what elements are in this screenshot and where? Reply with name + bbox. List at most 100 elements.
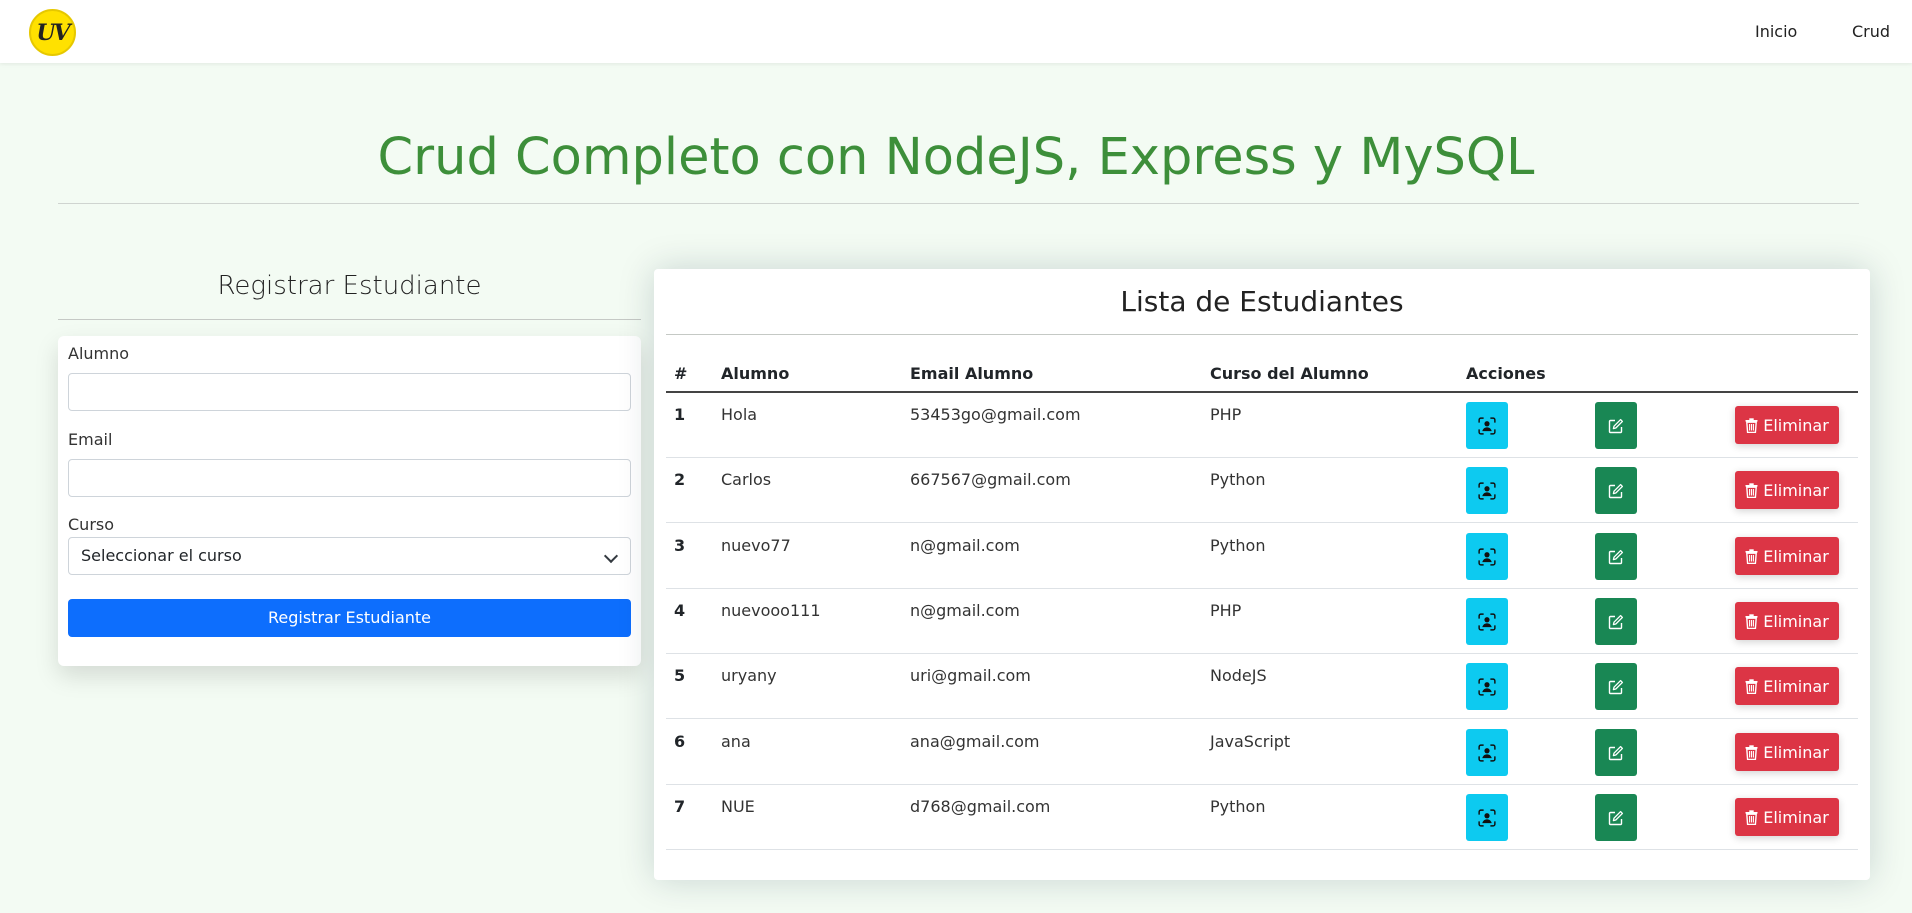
row-curso: Python [1210, 797, 1266, 816]
table-row: 6 ana ana@gmail.com JavaScript Eliminar [666, 720, 1858, 785]
row-alumno: nuevo77 [721, 536, 791, 555]
row-alumno: NUE [721, 797, 755, 816]
row-alumno: ana [721, 732, 751, 751]
row-email: 667567@gmail.com [910, 470, 1071, 489]
edit-student-button[interactable] [1595, 467, 1637, 514]
row-curso: Python [1210, 470, 1266, 489]
trash-icon [1745, 744, 1758, 760]
row-curso: NodeJS [1210, 666, 1267, 685]
view-student-button[interactable] [1466, 467, 1508, 514]
row-number: 1 [674, 405, 686, 424]
row-alumno: Carlos [721, 470, 772, 489]
table-row: 1 Hola 53453go@gmail.com PHP Eliminar [666, 393, 1858, 458]
edit-student-button[interactable] [1595, 794, 1637, 841]
row-curso: JavaScript [1210, 732, 1291, 751]
column-header-curso: Curso del Alumno [1210, 364, 1369, 383]
edit-student-button[interactable] [1595, 663, 1637, 710]
delete-student-button[interactable]: Eliminar [1735, 798, 1839, 836]
nav-link-inicio[interactable]: Inicio [1755, 22, 1797, 41]
edit-square-icon [1608, 549, 1624, 565]
person-bounding-box-icon [1478, 481, 1496, 500]
delete-label: Eliminar [1763, 480, 1829, 500]
row-alumno: nuevooo111 [721, 601, 821, 620]
table-row: 7 NUE d768@gmail.com Python Eliminar [666, 785, 1858, 850]
view-student-button[interactable] [1466, 729, 1508, 776]
column-header-alumno: Alumno [721, 364, 790, 383]
table-heading-divider [666, 334, 1858, 335]
row-email: n@gmail.com [910, 601, 1020, 620]
column-header-email: Email Alumno [910, 364, 1034, 383]
view-student-button[interactable] [1466, 402, 1508, 449]
edit-student-button[interactable] [1595, 402, 1637, 449]
delete-student-button[interactable]: Eliminar [1735, 602, 1839, 640]
view-student-button[interactable] [1466, 794, 1508, 841]
chevron-down-icon [603, 548, 619, 564]
delete-student-button[interactable]: Eliminar [1735, 667, 1839, 705]
alumno-input[interactable] [68, 373, 631, 411]
logo[interactable]: UV [29, 9, 76, 56]
row-number: 7 [674, 797, 686, 816]
trash-icon [1745, 678, 1758, 694]
delete-label: Eliminar [1763, 415, 1829, 435]
register-student-button[interactable]: Registrar Estudiante [68, 599, 631, 637]
edit-student-button[interactable] [1595, 598, 1637, 645]
delete-label: Eliminar [1763, 676, 1829, 696]
row-alumno: Hola [721, 405, 758, 424]
alumno-label: Alumno [68, 344, 130, 363]
form-heading: Registrar Estudiante [217, 271, 482, 301]
trash-icon [1745, 809, 1758, 825]
row-email: ana@gmail.com [910, 732, 1040, 751]
email-input[interactable] [68, 459, 631, 497]
edit-square-icon [1608, 418, 1624, 434]
view-student-button[interactable] [1466, 663, 1508, 710]
form-divider [58, 319, 641, 320]
edit-square-icon [1608, 679, 1624, 695]
delete-student-button[interactable]: Eliminar [1735, 733, 1839, 771]
delete-label: Eliminar [1763, 611, 1829, 631]
navbar: UV Inicio Crud [0, 0, 1912, 63]
row-email: d768@gmail.com [910, 797, 1051, 816]
row-email: 53453go@gmail.com [910, 405, 1081, 424]
table-row: 2 Carlos 667567@gmail.com Python Elimina… [666, 458, 1858, 523]
person-bounding-box-icon [1478, 808, 1496, 827]
row-curso: PHP [1210, 405, 1242, 424]
edit-square-icon [1608, 745, 1624, 761]
delete-label: Eliminar [1763, 807, 1829, 827]
curso-select-value: Seleccionar el curso [81, 546, 242, 565]
row-email: uri@gmail.com [910, 666, 1031, 685]
row-number: 5 [674, 666, 686, 685]
edit-square-icon [1608, 614, 1624, 630]
edit-student-button[interactable] [1595, 729, 1637, 776]
curso-label: Curso [68, 515, 115, 534]
trash-icon [1745, 482, 1758, 498]
edit-square-icon [1608, 810, 1624, 826]
person-bounding-box-icon [1478, 743, 1496, 762]
person-bounding-box-icon [1478, 612, 1496, 631]
table-row: 3 nuevo77 n@gmail.com Python Eliminar [666, 524, 1858, 589]
person-bounding-box-icon [1478, 416, 1496, 435]
row-alumno: uryany [721, 666, 777, 685]
trash-icon [1745, 613, 1758, 629]
delete-label: Eliminar [1763, 742, 1829, 762]
row-curso: Python [1210, 536, 1266, 555]
table-row: 5 uryany uri@gmail.com NodeJS Eliminar [666, 654, 1858, 719]
row-curso: PHP [1210, 601, 1242, 620]
column-header-acciones: Acciones [1466, 364, 1546, 383]
trash-icon [1745, 548, 1758, 564]
delete-student-button[interactable]: Eliminar [1735, 471, 1839, 509]
nav-link-crud[interactable]: Crud [1852, 22, 1890, 41]
row-number: 6 [674, 732, 686, 751]
view-student-button[interactable] [1466, 533, 1508, 580]
table-row: 4 nuevooo111 n@gmail.com PHP Eliminar [666, 589, 1858, 654]
edit-student-button[interactable] [1595, 533, 1637, 580]
page-title: Crud Completo con NodeJS, Express y MySQ… [377, 128, 1535, 187]
view-student-button[interactable] [1466, 598, 1508, 645]
table-heading: Lista de Estudiantes [1120, 285, 1404, 318]
delete-label: Eliminar [1763, 546, 1829, 566]
curso-select[interactable]: Seleccionar el curso [68, 537, 631, 575]
delete-student-button[interactable]: Eliminar [1735, 537, 1839, 575]
trash-icon [1745, 417, 1758, 433]
title-divider [58, 203, 1859, 204]
row-number: 2 [674, 470, 686, 489]
delete-student-button[interactable]: Eliminar [1735, 406, 1839, 444]
